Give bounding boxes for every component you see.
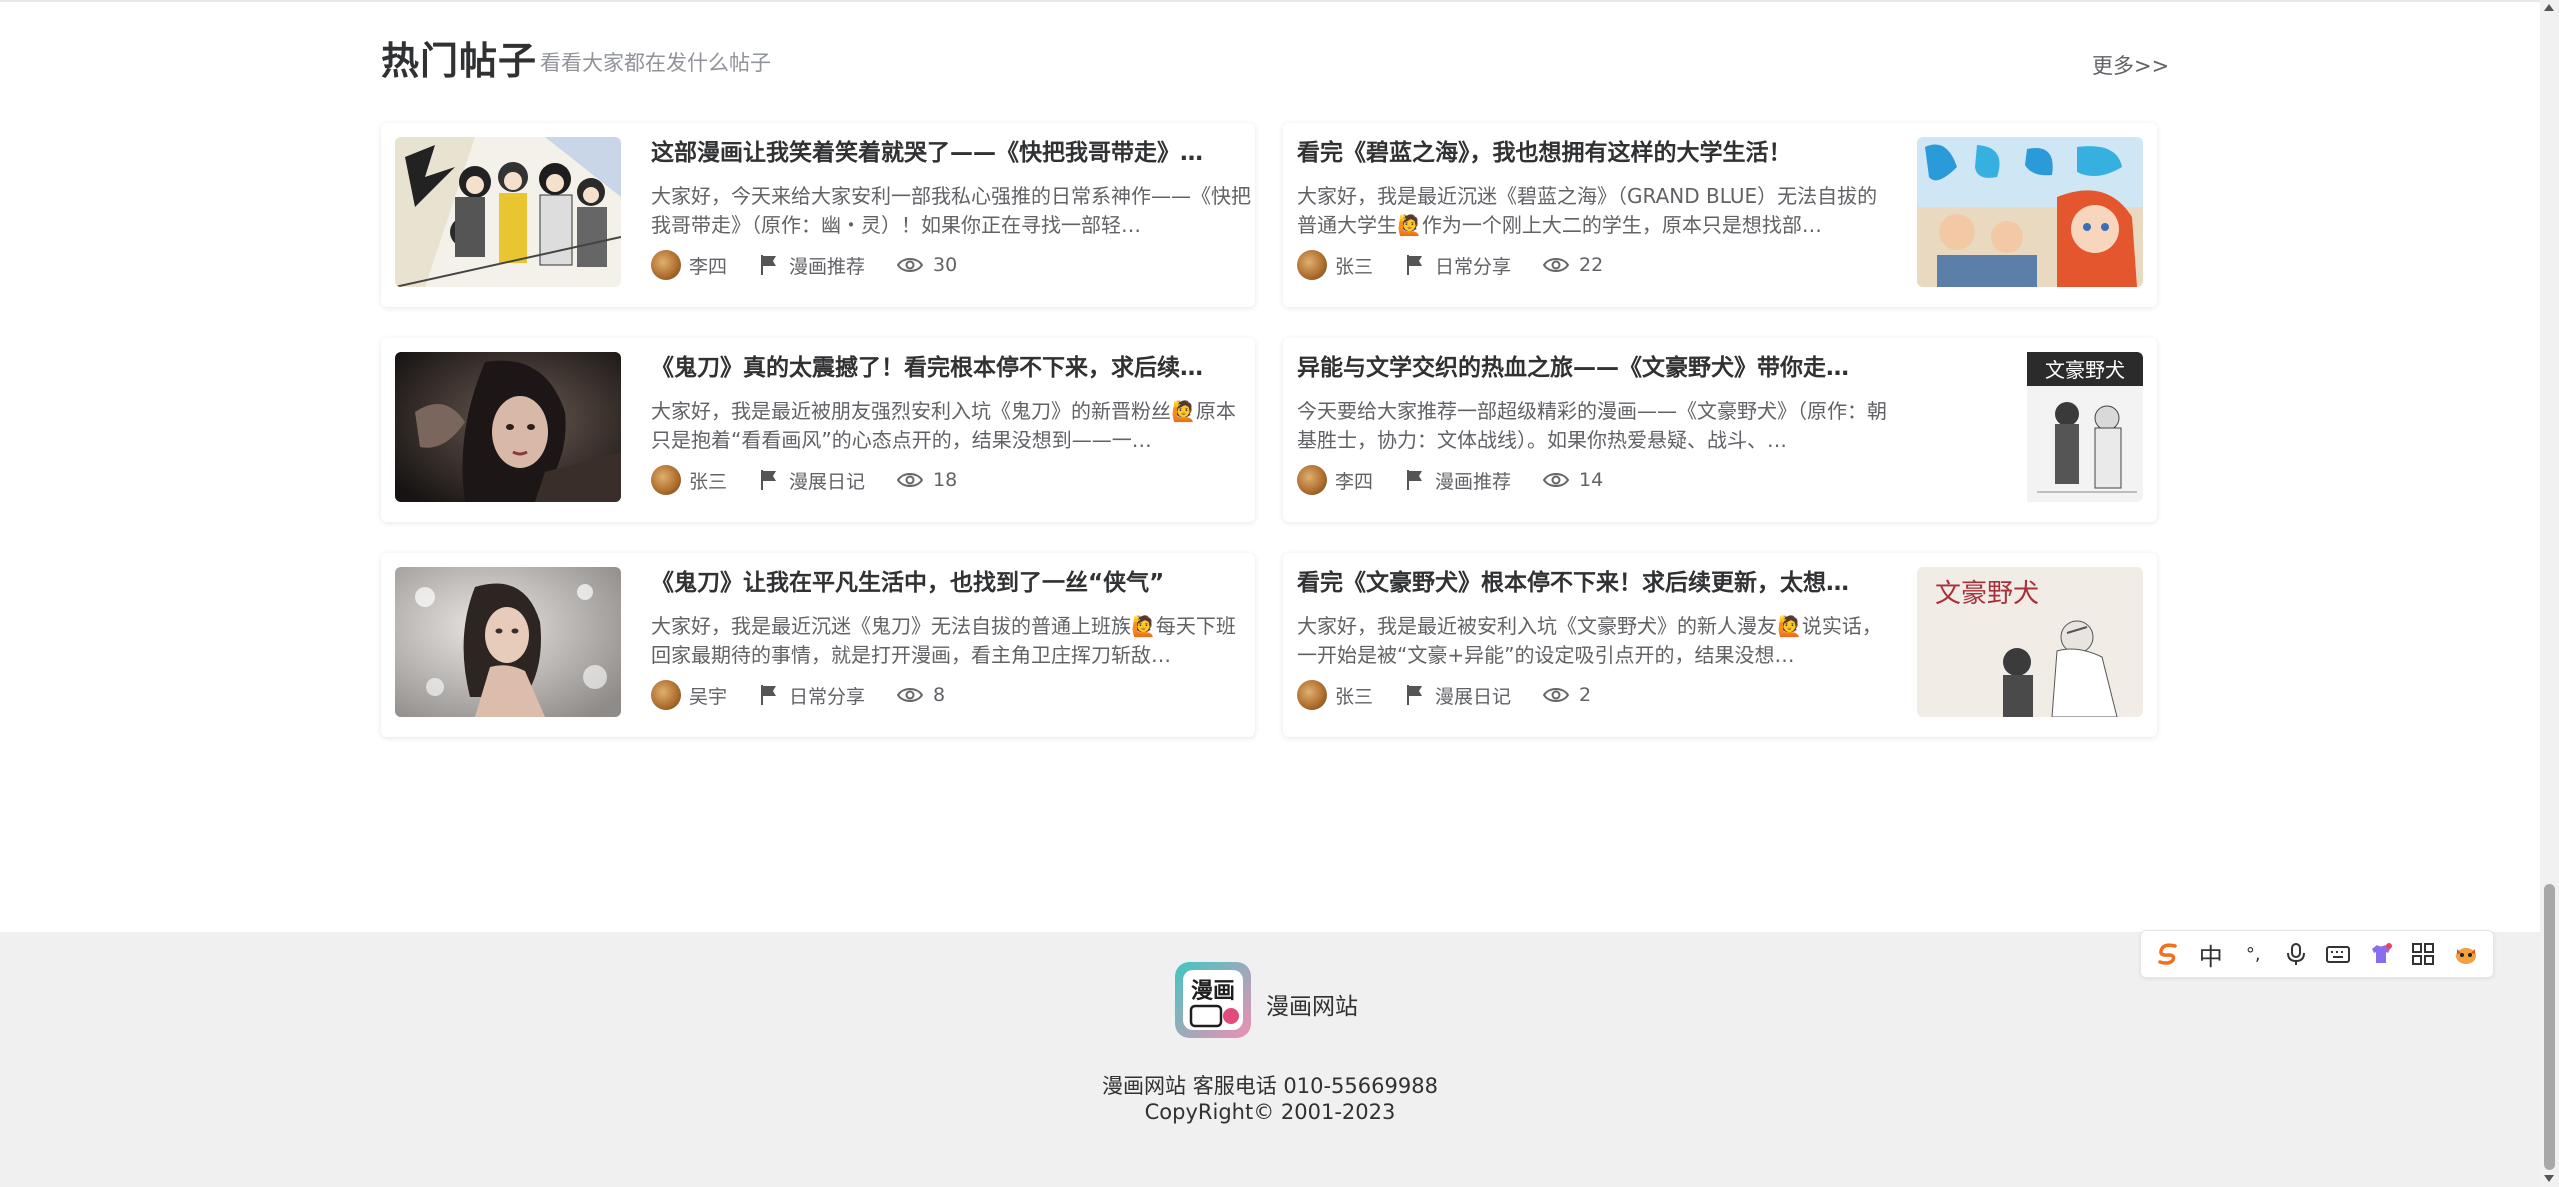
post-title[interactable]: 看完《碧蓝之海》，我也想拥有这样的大学生活！ (1297, 137, 1897, 169)
post-description: 大家好，今天来给大家安利一部我私心强推的日常系神作——《快把我哥带走》（原作：幽… (651, 184, 1251, 237)
post-title[interactable]: 这部漫画让我笑着笑着就哭了——《快把我哥带走》… (651, 137, 1251, 169)
cover-title-text: 文豪野犬 (1935, 579, 2039, 609)
post-author[interactable]: 李四 (1335, 467, 1373, 494)
post-body: 《鬼刀》真的太震撼了！看完根本停不下来，求后续… 大家好，我是最近被朋友强烈安利… (651, 352, 1251, 496)
eye-icon (1543, 258, 1570, 272)
avatar (651, 465, 681, 495)
eye-icon (1543, 473, 1570, 487)
post-description: 大家好，我是最近沉迷《鬼刀》无法自拔的普通上班族🙋每天下班回家最期待的事情，就是… (651, 614, 1236, 667)
post-author[interactable]: 吴宇 (689, 682, 727, 709)
ime-logo-icon[interactable] (2151, 937, 2185, 971)
skin-icon[interactable] (2364, 937, 2398, 971)
post-card[interactable]: 《鬼刀》真的太震撼了！看完根本停不下来，求后续… 大家好，我是最近被朋友强烈安利… (381, 338, 1255, 522)
post-description: 大家好，我是最近被朋友强烈安利入坑《鬼刀》的新晋粉丝🙋原本只是抱着“看看画风”的… (651, 399, 1236, 452)
post-title[interactable]: 看完《文豪野犬》根本停不下来！求后续更新，太想… (1297, 567, 1897, 599)
flag-icon (1407, 685, 1423, 705)
eye-icon (897, 258, 924, 272)
keyboard-icon[interactable] (2321, 937, 2355, 971)
post-title[interactable]: 《鬼刀》真的太震撼了！看完根本停不下来，求后续… (651, 352, 1251, 384)
post-body: 《鬼刀》让我在平凡生活中，也找到了一丝“侠气” 大家好，我是最近沉迷《鬼刀》无法… (651, 567, 1251, 711)
section-subtitle: 看看大家都在发什么帖子 (540, 51, 771, 75)
post-views: 30 (933, 254, 958, 276)
ime-language-toggle[interactable]: 中 (2194, 937, 2228, 971)
ime-punctuation-toggle[interactable]: °, (2236, 937, 2270, 971)
scroll-up-arrow[interactable] (2544, 4, 2554, 11)
post-category[interactable]: 日常分享 (789, 682, 865, 709)
flag-icon (1407, 470, 1423, 490)
page: 热门帖子 看看大家都在发什么帖子 更多>> 这部漫画让我笑着笑着就哭了——《快把… (0, 0, 2559, 1187)
post-card[interactable]: 这部漫画让我笑着笑着就哭了——《快把我哥带走》… 大家好，今天来给大家安利一部我… (381, 123, 1255, 307)
mascot-icon[interactable] (2449, 937, 2483, 971)
scroll-down-arrow[interactable] (2544, 1175, 2554, 1182)
post-description: 大家好，我是最近沉迷《碧蓝之海》（GRAND BLUE）无法自拔的普通大学生🙋作… (1297, 184, 1878, 237)
eye-icon (897, 688, 924, 702)
scrollbar[interactable] (2540, 0, 2559, 1187)
apps-grid-icon[interactable] (2406, 937, 2440, 971)
post-card[interactable]: 异能与文学交织的热血之旅——《文豪野犬》带你走… 今天要给大家推荐一部超级精彩的… (1283, 338, 2157, 522)
post-category[interactable]: 日常分享 (1435, 252, 1511, 279)
post-body: 这部漫画让我笑着笑着就哭了——《快把我哥带走》… 大家好，今天来给大家安利一部我… (651, 137, 1251, 281)
post-views: 14 (1579, 469, 1604, 491)
cover-title-text: 文豪野犬 (2045, 358, 2125, 382)
eye-icon (1543, 688, 1570, 702)
post-thumbnail[interactable] (1917, 137, 2143, 287)
post-description: 今天要给大家推荐一部超级精彩的漫画——《文豪野犬》（原作：朝基胜士，协力：文体战… (1297, 399, 1887, 452)
ime-toolbar: 中 °, (2140, 930, 2494, 978)
post-meta: 张三 日常分享 22 (1297, 249, 1897, 281)
post-thumbnail[interactable]: 文豪野犬 (1917, 567, 2143, 717)
post-category[interactable]: 漫画推荐 (789, 252, 865, 279)
flag-icon (1407, 255, 1423, 275)
post-body: 异能与文学交织的热血之旅——《文豪野犬》带你走… 今天要给大家推荐一部超级精彩的… (1297, 352, 1897, 496)
post-card[interactable]: 看完《文豪野犬》根本停不下来！求后续更新，太想… 大家好，我是最近被安利入坑《文… (1283, 553, 2157, 737)
eye-icon (897, 473, 924, 487)
post-author[interactable]: 李四 (689, 252, 727, 279)
site-name: 漫画网站 (1266, 994, 1358, 1020)
post-description: 大家好，我是最近被安利入坑《文豪野犬》的新人漫友🙋说实话，一开始是被“文豪+异能… (1297, 614, 1882, 667)
post-card[interactable]: 看完《碧蓝之海》，我也想拥有这样的大学生活！ 大家好，我是最近沉迷《碧蓝之海》（… (1283, 123, 2157, 307)
logo-text: 漫画 (1191, 979, 1235, 1004)
post-body: 看完《文豪野犬》根本停不下来！求后续更新，太想… 大家好，我是最近被安利入坑《文… (1297, 567, 1897, 711)
top-divider (0, 0, 2540, 2)
post-thumbnail[interactable]: 文豪野犬 (1917, 352, 2143, 502)
post-meta: 李四 漫画推荐 30 (651, 249, 1251, 281)
post-views: 22 (1579, 254, 1604, 276)
post-views: 2 (1579, 684, 1592, 706)
post-thumbnail[interactable] (395, 137, 621, 287)
flag-icon (761, 255, 777, 275)
post-category[interactable]: 漫展日记 (789, 467, 865, 494)
avatar (1297, 680, 1327, 710)
section-title: 热门帖子 (381, 39, 538, 83)
flag-icon (761, 685, 777, 705)
avatar (651, 250, 681, 280)
post-author[interactable]: 张三 (689, 467, 727, 494)
microphone-icon[interactable] (2279, 937, 2313, 971)
footer-contact: 漫画网站 客服电话 010-55669988 (1102, 1074, 1438, 1098)
post-card[interactable]: 《鬼刀》让我在平凡生活中，也找到了一丝“侠气” 大家好，我是最近沉迷《鬼刀》无法… (381, 553, 1255, 737)
post-views: 18 (933, 469, 958, 491)
post-thumbnail[interactable] (395, 352, 621, 502)
avatar (1297, 250, 1327, 280)
post-meta: 张三 漫展日记 18 (651, 464, 1251, 496)
post-meta: 吴宇 日常分享 8 (651, 679, 1251, 711)
post-body: 看完《碧蓝之海》，我也想拥有这样的大学生活！ 大家好，我是最近沉迷《碧蓝之海》（… (1297, 137, 1897, 281)
more-link[interactable]: 更多>> (2092, 50, 2169, 80)
post-category[interactable]: 漫展日记 (1435, 682, 1511, 709)
post-title[interactable]: 《鬼刀》让我在平凡生活中，也找到了一丝“侠气” (651, 567, 1251, 599)
avatar (651, 680, 681, 710)
post-author[interactable]: 张三 (1335, 252, 1373, 279)
post-meta: 张三 漫展日记 2 (1297, 679, 1897, 711)
site-logo[interactable]: 漫画 (1175, 962, 1251, 1038)
post-meta: 李四 漫画推荐 14 (1297, 464, 1897, 496)
post-category[interactable]: 漫画推荐 (1435, 467, 1511, 494)
post-title[interactable]: 异能与文学交织的热血之旅——《文豪野犬》带你走… (1297, 352, 1897, 384)
post-author[interactable]: 张三 (1335, 682, 1373, 709)
scrollbar-thumb[interactable] (2544, 884, 2555, 1170)
post-thumbnail[interactable] (395, 567, 621, 717)
footer-copyright: CopyRight© 2001-2023 (1144, 1100, 1396, 1124)
post-views: 8 (933, 684, 946, 706)
flag-icon (761, 470, 777, 490)
avatar (1297, 465, 1327, 495)
